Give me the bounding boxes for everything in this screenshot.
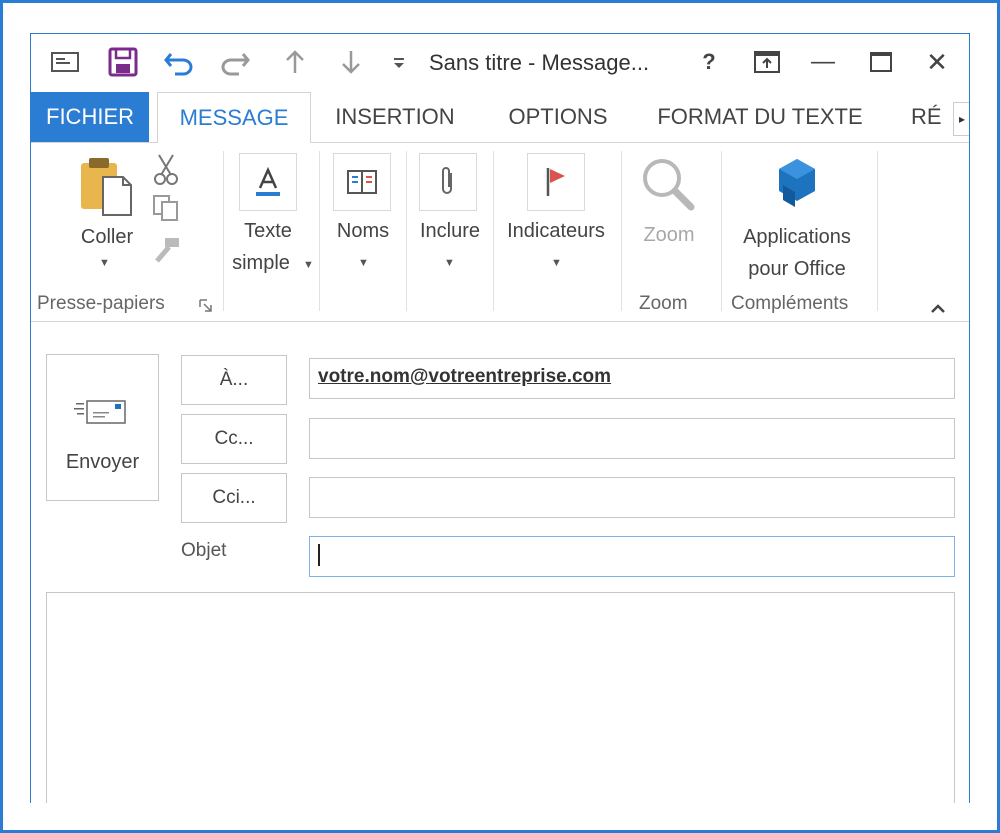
- cut-icon[interactable]: [151, 153, 181, 190]
- redo-icon[interactable]: [217, 44, 253, 80]
- separator: [721, 151, 722, 311]
- customize-icon[interactable]: [381, 44, 417, 80]
- include-dropdown-icon[interactable]: ▼: [444, 257, 455, 269]
- tab-message[interactable]: MESSAGE: [157, 92, 311, 143]
- address-book-icon[interactable]: [333, 153, 391, 211]
- title-bar: Sans titre - Message... ? — ✕: [31, 34, 969, 92]
- send-button[interactable]: Envoyer: [46, 354, 159, 501]
- clipboard-group-label: Presse-papiers: [37, 293, 165, 314]
- tab-options[interactable]: OPTIONS: [491, 92, 625, 142]
- basic-text-label-line2[interactable]: simple: [219, 247, 303, 279]
- subject-field[interactable]: [309, 536, 955, 577]
- help-icon[interactable]: ?: [689, 44, 729, 80]
- separator: [406, 151, 407, 311]
- separator: [493, 151, 494, 311]
- subject-label: Objet: [181, 540, 227, 561]
- separator: [877, 151, 878, 311]
- separator: [621, 151, 622, 311]
- bcc-button[interactable]: Cci...: [181, 473, 287, 523]
- magnifier-icon[interactable]: [637, 153, 697, 218]
- paste-dropdown-icon[interactable]: ▼: [99, 257, 110, 269]
- basic-text-dropdown-icon[interactable]: ▼: [303, 259, 314, 271]
- undo-icon[interactable]: [161, 44, 197, 80]
- bcc-field[interactable]: [309, 477, 955, 518]
- zoom-label[interactable]: Zoom: [631, 219, 707, 251]
- to-button[interactable]: À...: [181, 355, 287, 405]
- copy-icon[interactable]: [151, 193, 181, 228]
- tab-truncated[interactable]: RÉ: [911, 92, 951, 142]
- format-painter-icon[interactable]: [151, 235, 183, 270]
- apps-label-line1[interactable]: Applications: [725, 221, 869, 253]
- separator: [319, 151, 320, 311]
- ribbon: Coller ▼ Presse-papiers Texte simple ▼ N…: [31, 142, 969, 322]
- names-label[interactable]: Noms: [325, 215, 401, 247]
- to-field[interactable]: votre.nom@votreentreprise.com: [309, 358, 955, 399]
- office-apps-icon[interactable]: [767, 155, 825, 218]
- down-arrow-icon[interactable]: [333, 44, 369, 80]
- ribbon-tabs: FICHIER MESSAGE INSERTION OPTIONS FORMAT…: [31, 92, 969, 143]
- basic-text-label-line1[interactable]: Texte: [221, 215, 315, 247]
- ribbon-display-icon[interactable]: [747, 44, 787, 80]
- send-label: Envoyer: [65, 451, 140, 473]
- addins-group-label: Compléments: [731, 293, 849, 314]
- collapse-ribbon-icon[interactable]: [929, 301, 947, 319]
- flags-dropdown-icon[interactable]: ▼: [551, 257, 562, 269]
- paste-label[interactable]: Coller: [71, 221, 143, 253]
- names-dropdown-icon[interactable]: ▼: [358, 257, 369, 269]
- cc-button[interactable]: Cc...: [181, 414, 287, 464]
- zoom-group-label: Zoom: [639, 293, 688, 314]
- text-format-icon[interactable]: [239, 153, 297, 211]
- to-recipient[interactable]: votre.nom@votreentreprise.com: [318, 366, 611, 387]
- text-cursor: [318, 544, 320, 566]
- outlook-message-window: Sans titre - Message... ? — ✕ FICHIER ME…: [30, 33, 970, 803]
- window-icon[interactable]: [47, 44, 83, 80]
- include-label[interactable]: Inclure: [411, 215, 489, 247]
- cc-field[interactable]: [309, 418, 955, 459]
- apps-label-line2[interactable]: pour Office: [725, 253, 869, 285]
- maximize-icon[interactable]: [861, 44, 901, 80]
- window-title: Sans titre - Message...: [429, 50, 650, 75]
- envelope-icon: [73, 395, 131, 434]
- dialog-launcher-icon[interactable]: [199, 299, 213, 318]
- tab-scroll-right-icon[interactable]: ▸: [953, 102, 969, 136]
- paperclip-icon[interactable]: [419, 153, 477, 211]
- minimize-icon[interactable]: —: [803, 44, 843, 80]
- save-icon[interactable]: [105, 44, 141, 80]
- paste-icon[interactable]: [77, 155, 137, 216]
- flags-label[interactable]: Indicateurs: [497, 215, 615, 247]
- tab-file[interactable]: FICHIER: [31, 92, 149, 142]
- flag-icon[interactable]: [527, 153, 585, 211]
- message-body[interactable]: [46, 592, 955, 803]
- tab-format-text[interactable]: FORMAT DU TEXTE: [647, 92, 873, 142]
- up-arrow-icon[interactable]: [277, 44, 313, 80]
- close-icon[interactable]: ✕: [917, 44, 957, 80]
- tab-insertion[interactable]: INSERTION: [321, 92, 469, 142]
